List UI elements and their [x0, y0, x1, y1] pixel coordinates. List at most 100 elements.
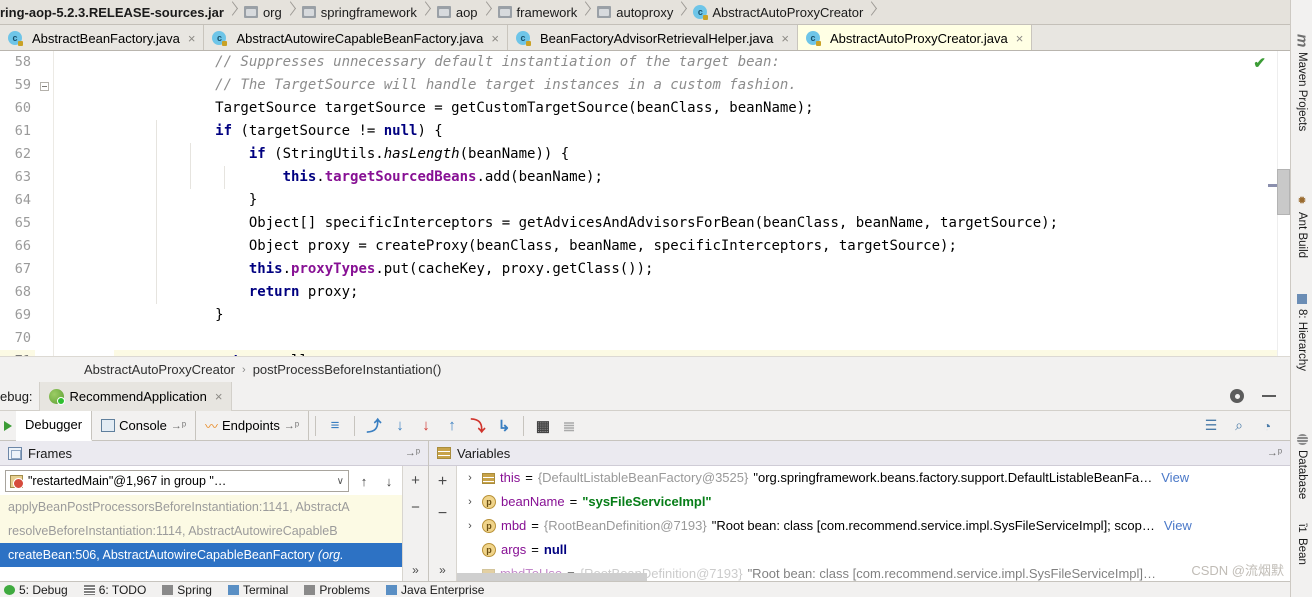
editor-tab-2[interactable]: c BeanFactoryAdvisorRetrievalHelper.java × [507, 25, 798, 50]
tool-button-hierarchy[interactable]: 8: Hierarchy [1291, 290, 1312, 371]
expand-more-button[interactable]: » [439, 563, 446, 577]
step-into-icon[interactable]: ↓ [387, 411, 413, 441]
remove-frame-button[interactable]: − [411, 499, 420, 516]
breadcrumb-item-1[interactable]: org [238, 0, 285, 24]
breadcrumb-item-0[interactable]: ring-aop-5.2.3.RELEASE-sources.jar [0, 0, 227, 24]
tool-button-maven-projects[interactable]: m Maven Projects [1291, 30, 1312, 132]
evaluate-expression-icon[interactable]: ▦ [530, 411, 556, 441]
breadcrumb-class[interactable]: AbstractAutoProxyCreator [84, 362, 235, 377]
breadcrumb-item-2[interactable]: springframework [296, 0, 420, 24]
frame-row[interactable]: resolveBeforeInstantiation:1114, Abstrac… [0, 519, 428, 543]
editor-scrollbar-thumb[interactable] [1277, 169, 1290, 215]
code-line[interactable]: return proxy; [114, 281, 1290, 304]
code-line[interactable]: Object[] specificInterceptors = getAdvic… [114, 212, 1290, 235]
variable-row[interactable]: › p mbd = {RootBeanDefinition@7193} "Root … [457, 514, 1290, 538]
breadcrumb-item-3[interactable]: aop [431, 0, 481, 24]
status-item-todo[interactable]: 6: TODO [83, 583, 146, 597]
tool-button-database[interactable]: Database [1291, 430, 1312, 499]
profiler-icon[interactable]: ◔ [1254, 411, 1280, 441]
status-item-java-enterprise[interactable]: Java Enterprise [386, 583, 484, 597]
tool-button-ant-build[interactable]: ✹ Ant Build [1291, 190, 1312, 258]
status-item-spring[interactable]: Spring [162, 583, 212, 597]
editor-tab-0[interactable]: c AbstractBeanFactory.java × [0, 25, 205, 50]
breadcrumb-item-6[interactable]: c AbstractAutoProxyCreator [687, 0, 866, 24]
run-to-cursor-icon[interactable]: ↳ [491, 411, 517, 441]
add-frame-button[interactable]: + [411, 472, 420, 489]
fold-region-icon[interactable] [40, 82, 49, 91]
variable-row[interactable]: › pargs = null [457, 538, 1290, 562]
code-line[interactable]: this.targetSourcedBeans.add(beanName); [114, 166, 1290, 189]
code-line[interactable]: // Suppresses unnecessary default instan… [114, 51, 1290, 74]
breadcrumb-item-4[interactable]: framework [492, 0, 581, 24]
variables-horizontal-scrollbar[interactable] [457, 573, 647, 581]
tool-button-label: Bean [1296, 537, 1308, 565]
chevron-down-icon[interactable]: ∨ [337, 476, 344, 487]
expand-twisty-icon[interactable]: › [463, 538, 477, 562]
gear-icon[interactable] [1230, 389, 1244, 403]
variable-name: mbd [501, 518, 527, 533]
add-watch-button[interactable]: + [438, 473, 447, 491]
expand-twisty-icon[interactable]: › [463, 514, 477, 538]
show-execution-point-icon[interactable]: ≡ [322, 411, 348, 441]
code-line[interactable]: Object proxy = createProxy(beanClass, be… [114, 235, 1290, 258]
close-icon[interactable]: × [215, 389, 223, 404]
trace-current-stream-icon[interactable]: ≣ [556, 411, 582, 441]
tool-button-bean[interactable]: ἳ1 Bean [1291, 520, 1312, 564]
step-out-icon[interactable]: ↑ [439, 411, 465, 441]
code-line[interactable] [114, 327, 1290, 350]
code-line[interactable]: this.proxyTypes.put(cacheKey, proxy.getC… [114, 258, 1290, 281]
debug-tab-console[interactable]: Console →ᵖ [92, 410, 196, 441]
close-icon[interactable]: × [188, 31, 196, 46]
close-icon[interactable]: × [781, 31, 789, 46]
status-item-debug[interactable]: 5: Debug [4, 583, 68, 597]
pin-icon[interactable]: →ᵖ [405, 447, 420, 459]
variable-row[interactable]: › p beanName = "sysFileServiceImpl" [457, 490, 1290, 514]
breadcrumb-item-5[interactable]: autoproxy [591, 0, 676, 24]
code-line[interactable]: } [114, 304, 1290, 327]
step-over-icon[interactable]: ⤴ [361, 411, 387, 441]
pin-icon[interactable]: →ᵖ [171, 420, 186, 432]
debug-tab-debugger[interactable]: Debugger [16, 410, 93, 441]
editor-tab-1[interactable]: c AbstractAutowireCapableBeanFactory.java… [204, 25, 508, 50]
editor-scrollbar[interactable] [1277, 51, 1290, 356]
force-step-into-icon[interactable]: ↓ [413, 411, 439, 441]
view-link[interactable]: View [1164, 514, 1192, 538]
view-link[interactable]: View [1161, 466, 1189, 490]
status-item-terminal[interactable]: Terminal [227, 583, 288, 597]
variable-row[interactable]: › this = {DefaultListableBeanFactory@3525… [457, 466, 1290, 490]
expand-twisty-icon[interactable]: › [463, 466, 477, 490]
breadcrumb-item-label: ring-aop-5.2.3.RELEASE-sources.jar [0, 4, 224, 20]
close-icon[interactable]: × [491, 31, 499, 46]
expand-twisty-icon[interactable]: › [463, 490, 477, 514]
frame-up-button[interactable]: ↑ [354, 470, 374, 492]
debug-session-tab[interactable]: RecommendApplication × [38, 381, 233, 411]
minimize-icon[interactable] [1262, 395, 1276, 397]
status-item-problems[interactable]: Problems [304, 583, 370, 597]
code-editor[interactable]: 5859606162636465666768697071 // Suppress… [0, 51, 1290, 356]
frame-row[interactable]: createBean:506, AbstractAutowireCapableB… [0, 543, 428, 567]
frame-row[interactable]: applyBeanPostProcessorsBeforeInstantiati… [0, 495, 428, 519]
console-icon[interactable]: ☰ [1198, 411, 1224, 441]
code-line[interactable]: TargetSource targetSource = getCustomTar… [114, 97, 1290, 120]
close-icon[interactable]: × [1016, 31, 1024, 46]
code-line[interactable]: if (StringUtils.hasLength(beanName)) { [114, 143, 1290, 166]
code-line[interactable]: if (targetSource != null) { [114, 120, 1290, 143]
code-line[interactable]: // The TargetSource will handle target i… [114, 74, 1290, 97]
debug-tab-endpoints[interactable]: 〰 Endpoints →ᵖ [196, 410, 309, 441]
breadcrumb-method[interactable]: postProcessBeforeInstantiation() [253, 362, 442, 377]
frames-list: applyBeanPostProcessorsBeforeInstantiati… [0, 495, 428, 567]
frame-down-button[interactable]: ↓ [379, 470, 399, 492]
drop-frame-icon[interactable]: ⤵ [465, 411, 491, 441]
code-line[interactable]: } [114, 189, 1290, 212]
editor-tab-3[interactable]: c AbstractAutoProxyCreator.java × [797, 25, 1033, 50]
thread-combo[interactable]: "restartedMain"@1,967 in group "… ∨ [5, 470, 349, 492]
expand-more-button[interactable]: » [412, 563, 419, 577]
terminal-icon [227, 584, 239, 595]
code-content[interactable]: // Suppresses unnecessary default instan… [114, 51, 1290, 356]
pin-icon[interactable]: →ᵖ [284, 420, 299, 432]
inspect-icon[interactable]: ⌕ [1226, 411, 1252, 441]
pin-icon[interactable]: →ᵖ [1267, 447, 1282, 459]
remove-watch-button[interactable]: − [438, 505, 447, 523]
code-folding-column[interactable] [35, 51, 54, 356]
resume-program-icon[interactable] [0, 411, 16, 441]
